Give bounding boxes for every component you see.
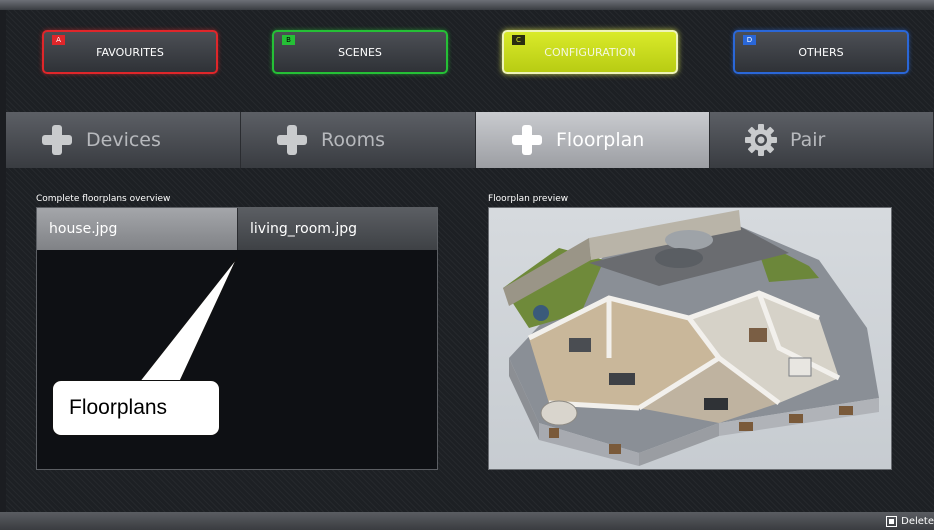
- configuration-label: CONFIGURATION: [544, 45, 636, 59]
- others-label: OTHERS: [798, 45, 844, 59]
- tab-devices[interactable]: Devices: [6, 112, 241, 168]
- key-b-badge: B: [282, 35, 295, 45]
- scenes-label: SCENES: [338, 45, 382, 59]
- others-button[interactable]: D OTHERS: [733, 30, 909, 74]
- configuration-button[interactable]: C CONFIGURATION: [502, 30, 678, 74]
- plus-icon: [510, 123, 544, 157]
- floorplan-image: [489, 208, 891, 469]
- tab-bar: Devices Rooms Floorplan Pair: [6, 112, 934, 168]
- key-c-badge: C: [512, 35, 525, 45]
- tab-rooms-label: Rooms: [321, 129, 386, 151]
- tab-floorplan[interactable]: Floorplan: [476, 112, 710, 168]
- gear-icon: [744, 123, 778, 157]
- overview-title: Complete floorplans overview: [36, 194, 171, 204]
- tab-pair[interactable]: Pair: [710, 112, 934, 168]
- file-item-house[interactable]: house.jpg: [37, 208, 237, 250]
- plus-icon: [40, 123, 74, 157]
- delete-label: Delete: [901, 515, 934, 527]
- delete-button[interactable]: Delete: [886, 514, 934, 528]
- file-item-living-room[interactable]: living_room.jpg: [237, 208, 437, 250]
- tab-devices-label: Devices: [86, 129, 161, 151]
- tab-pair-label: Pair: [790, 129, 826, 151]
- top-strip: [0, 0, 934, 10]
- scenes-button[interactable]: B SCENES: [272, 30, 448, 74]
- tab-rooms[interactable]: Rooms: [241, 112, 476, 168]
- file-item-label: house.jpg: [49, 221, 118, 237]
- favourites-button[interactable]: A FAVOURITES: [42, 30, 218, 74]
- floorplans-callout: Floorplans: [52, 380, 220, 436]
- delete-icon: [886, 515, 898, 527]
- key-d-badge: D: [743, 35, 756, 45]
- bottom-bar: Delete: [0, 512, 934, 530]
- plus-icon: [275, 123, 309, 157]
- tab-floorplan-label: Floorplan: [556, 129, 645, 151]
- key-a-badge: A: [52, 35, 65, 45]
- callout-text: Floorplans: [69, 396, 168, 419]
- preview-title: Floorplan preview: [488, 194, 569, 204]
- favourites-label: FAVOURITES: [96, 45, 164, 59]
- file-item-label: living_room.jpg: [250, 221, 358, 237]
- floorplan-preview: [488, 207, 892, 470]
